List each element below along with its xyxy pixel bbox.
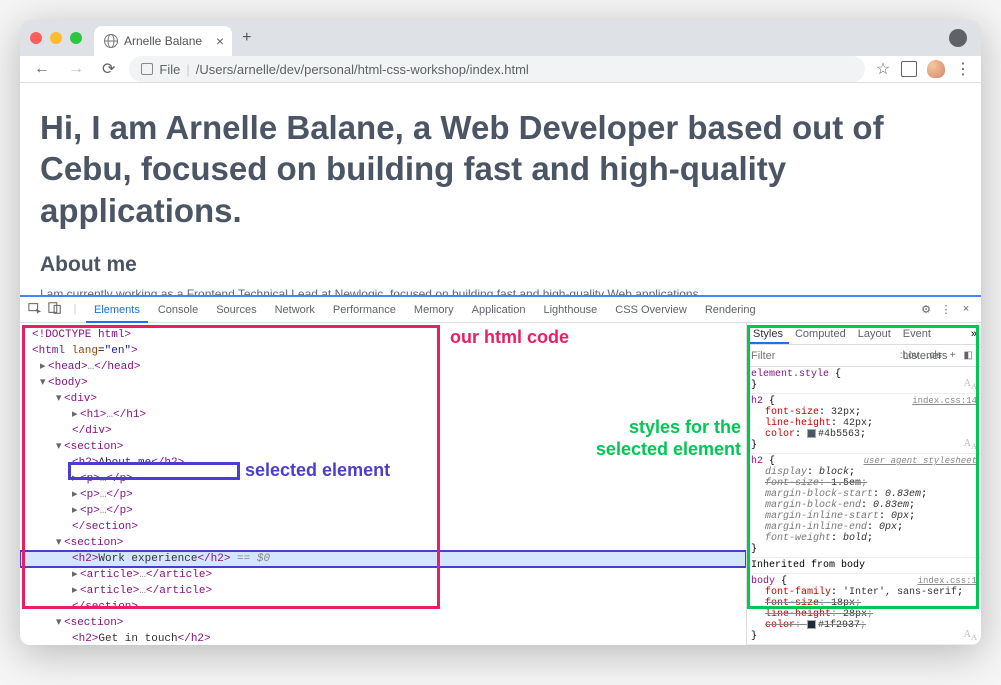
styles-tab-more-icon[interactable]: »	[967, 323, 981, 344]
styles-tab-layout[interactable]: Layout	[852, 323, 897, 344]
tab-bar: Arnelle Balane × +	[20, 20, 981, 56]
browser-window: Arnelle Balane × + ← → ⟳ File | /Users/a…	[20, 20, 981, 645]
devtools-tab-sources[interactable]: Sources	[208, 297, 264, 323]
text-aa-icon: AA	[964, 438, 977, 451]
devtools-tab-rendering[interactable]: Rendering	[697, 297, 764, 323]
new-tab-button[interactable]: +	[242, 29, 251, 47]
devtools-tab-css-overview[interactable]: CSS Overview	[607, 297, 695, 323]
devtools-body: <!DOCTYPE html> <html lang="en"> ▸<head>…	[20, 323, 981, 645]
close-devtools-icon[interactable]: ×	[957, 304, 975, 316]
maximize-window-icon[interactable]	[70, 32, 82, 44]
devtools-tab-memory[interactable]: Memory	[406, 297, 462, 323]
styles-filter-input[interactable]	[751, 350, 896, 362]
text-aa-icon: AA	[964, 378, 977, 391]
styles-tabs: Styles Computed Layout Event Listeners »	[747, 323, 981, 345]
devtools-tab-console[interactable]: Console	[150, 297, 206, 323]
css-rule[interactable]: index.css:14 h2 { font-size: 32px; line-…	[747, 394, 981, 454]
about-paragraph: I am currently working as a Frontend Tec…	[40, 287, 961, 295]
about-heading: About me	[40, 253, 961, 277]
bookmark-star-icon[interactable]	[875, 61, 891, 77]
extension-icon[interactable]	[927, 60, 945, 78]
profile-avatar-icon[interactable]	[949, 29, 967, 47]
url-path: /Users/arnelle/dev/personal/html-css-wor…	[196, 62, 529, 77]
device-toggle-icon[interactable]	[46, 301, 64, 319]
hov-toggle[interactable]: :hov	[896, 350, 923, 361]
traffic-lights	[30, 32, 82, 44]
extensions-icon[interactable]	[901, 61, 917, 77]
styles-tab-styles[interactable]: Styles	[747, 323, 789, 344]
devtools: | Elements Console Sources Network Perfo…	[20, 295, 981, 645]
text-aa-icon: AA	[964, 629, 977, 642]
settings-gear-icon[interactable]: ⚙	[917, 303, 935, 317]
css-rule-body[interactable]: index.css:1 body { font-family: 'Inter',…	[747, 574, 981, 645]
back-button[interactable]: ←	[30, 60, 54, 78]
file-icon	[141, 63, 153, 75]
browser-tab[interactable]: Arnelle Balane ×	[94, 26, 232, 56]
add-rule-icon[interactable]: +	[946, 350, 960, 361]
devtools-tab-elements[interactable]: Elements	[86, 297, 148, 323]
url-scheme: File	[159, 62, 180, 77]
url-field[interactable]: File | /Users/arnelle/dev/personal/html-…	[129, 56, 865, 82]
hero-heading: Hi, I am Arnelle Balane, a Web Developer…	[40, 107, 961, 231]
css-rule-ua[interactable]: user agent stylesheet h2 { display: bloc…	[747, 454, 981, 558]
close-window-icon[interactable]	[30, 32, 42, 44]
inherited-from-label: Inherited from body	[747, 558, 981, 574]
globe-icon	[104, 34, 118, 48]
styles-tab-computed[interactable]: Computed	[789, 323, 852, 344]
menu-dots-icon[interactable]	[955, 61, 971, 77]
close-tab-icon[interactable]: ×	[216, 33, 224, 49]
devtools-tab-application[interactable]: Application	[464, 297, 534, 323]
reload-button[interactable]: ⟳	[98, 59, 119, 79]
devtools-tab-network[interactable]: Network	[267, 297, 323, 323]
styles-filter-row: :hov .cls + ◧	[747, 345, 981, 367]
devtools-tab-lighthouse[interactable]: Lighthouse	[535, 297, 605, 323]
dom-tree[interactable]: <!DOCTYPE html> <html lang="en"> ▸<head>…	[20, 323, 746, 645]
selected-dom-node[interactable]: <h2>Work experience</h2> == $0	[20, 551, 746, 567]
more-vertical-icon[interactable]: ⋮	[937, 303, 955, 317]
tab-title: Arnelle Balane	[124, 34, 202, 48]
address-bar: ← → ⟳ File | /Users/arnelle/dev/personal…	[20, 56, 981, 83]
styles-pane: Styles Computed Layout Event Listeners »…	[746, 323, 981, 645]
cls-toggle[interactable]: .cls	[923, 350, 946, 361]
element-style-rule[interactable]: element.style {} AA	[747, 367, 981, 394]
devtools-tab-bar: | Elements Console Sources Network Perfo…	[20, 297, 981, 323]
computed-toggle-icon[interactable]: ◧	[960, 350, 977, 361]
page-viewport: Hi, I am Arnelle Balane, a Web Developer…	[20, 83, 981, 295]
forward-button: →	[64, 60, 88, 78]
styles-tab-events[interactable]: Event Listeners	[897, 323, 967, 344]
minimize-window-icon[interactable]	[50, 32, 62, 44]
devtools-tab-performance[interactable]: Performance	[325, 297, 404, 323]
styles-rules[interactable]: element.style {} AA index.css:14 h2 { fo…	[747, 367, 981, 645]
inspect-icon[interactable]	[26, 301, 44, 319]
